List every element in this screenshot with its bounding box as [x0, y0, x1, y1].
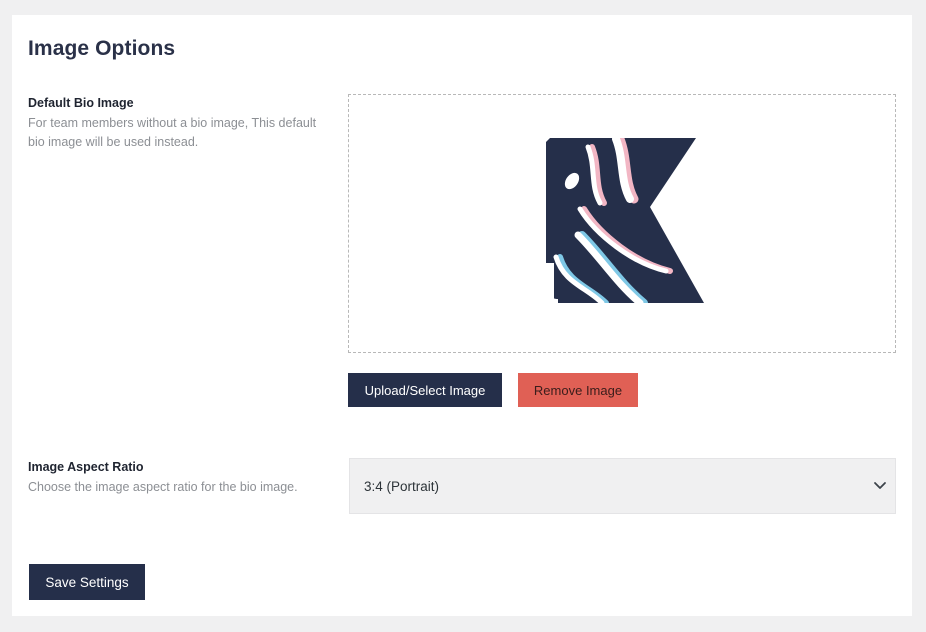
aspect-ratio-selected-value: 3:4 (Portrait)	[364, 479, 440, 494]
save-settings-button[interactable]: Save Settings	[29, 564, 145, 600]
remove-image-button[interactable]: Remove Image	[518, 373, 638, 407]
image-options-panel: Image Options Default Bio Image For team…	[12, 15, 912, 616]
default-bio-image-description: For team members without a bio image, Th…	[28, 116, 317, 149]
aspect-ratio-select[interactable]: 3:4 (Portrait)	[349, 458, 896, 514]
stylized-k-logo-icon	[546, 138, 704, 303]
bio-image-preview[interactable]	[348, 94, 896, 353]
upload-select-image-button[interactable]: Upload/Select Image	[348, 373, 502, 407]
page-title: Image Options	[28, 37, 176, 60]
default-bio-image-label: Default Bio Image	[28, 96, 134, 110]
chevron-down-icon	[874, 482, 886, 489]
image-aspect-ratio-label: Image Aspect Ratio	[28, 460, 144, 474]
image-aspect-ratio-description: Choose the image aspect ratio for the bi…	[28, 480, 298, 494]
